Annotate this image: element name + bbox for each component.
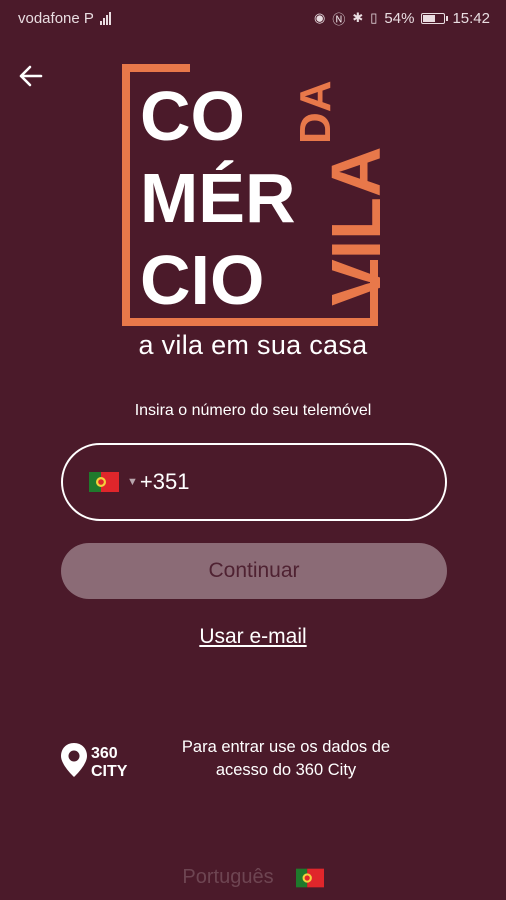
phone-prompt: Insira o número do seu telemóvel xyxy=(134,402,372,419)
360-city-note: Para entrar use os dados de acesso do 36… xyxy=(181,738,391,779)
use-email-link[interactable]: Usar e-mail xyxy=(0,625,506,649)
language-label[interactable]: Português xyxy=(182,866,273,889)
battery-percent: 54% xyxy=(384,9,415,27)
status-bar: vodafone P ◉ Ⓝ ✱ ▯ 54% 15:42 xyxy=(0,0,506,36)
country-dropdown-icon[interactable]: ▼ xyxy=(127,476,138,488)
portugal-flag-icon[interactable] xyxy=(295,868,324,888)
status-right: ◉ Ⓝ ✱ ▯ 54% 15:42 xyxy=(314,9,490,28)
tagline: a vila em sua casa xyxy=(138,330,368,360)
portugal-flag-icon[interactable] xyxy=(89,472,119,492)
logo-line-2: MÉR xyxy=(140,159,296,237)
city-logo-word: CITY xyxy=(91,763,128,779)
logo-line-1: CO xyxy=(140,77,245,155)
battery-icon xyxy=(421,12,449,24)
dial-code[interactable]: +351 xyxy=(140,469,190,495)
logo-side-top: DA xyxy=(291,80,340,144)
bluetooth-icon: ✱ xyxy=(352,10,364,25)
logo-side-bottom: VILA xyxy=(317,147,388,306)
continue-button[interactable]: Continuar xyxy=(61,543,447,599)
carrier-label: vodafone P xyxy=(18,9,94,27)
city-logo-number: 360 xyxy=(91,745,118,762)
comercio-da-vila-logo: CO MÉR CIO DA VILA xyxy=(122,64,388,326)
arrow-left-icon xyxy=(19,65,43,87)
signal-icon xyxy=(99,11,111,25)
eye-icon: ◉ xyxy=(314,10,326,25)
phone-input-field[interactable]: ▼ +351 xyxy=(61,443,447,521)
clock: 15:42 xyxy=(452,9,490,27)
360-city-logo: 360 CITY xyxy=(61,743,128,779)
nfc-icon: Ⓝ xyxy=(332,11,346,27)
status-left: vodafone P xyxy=(18,10,111,27)
logo-line-3: CIO xyxy=(140,241,264,319)
language-selector[interactable]: Português xyxy=(0,866,506,889)
vibrate-icon: ▯ xyxy=(370,10,378,25)
back-button[interactable] xyxy=(14,60,46,92)
